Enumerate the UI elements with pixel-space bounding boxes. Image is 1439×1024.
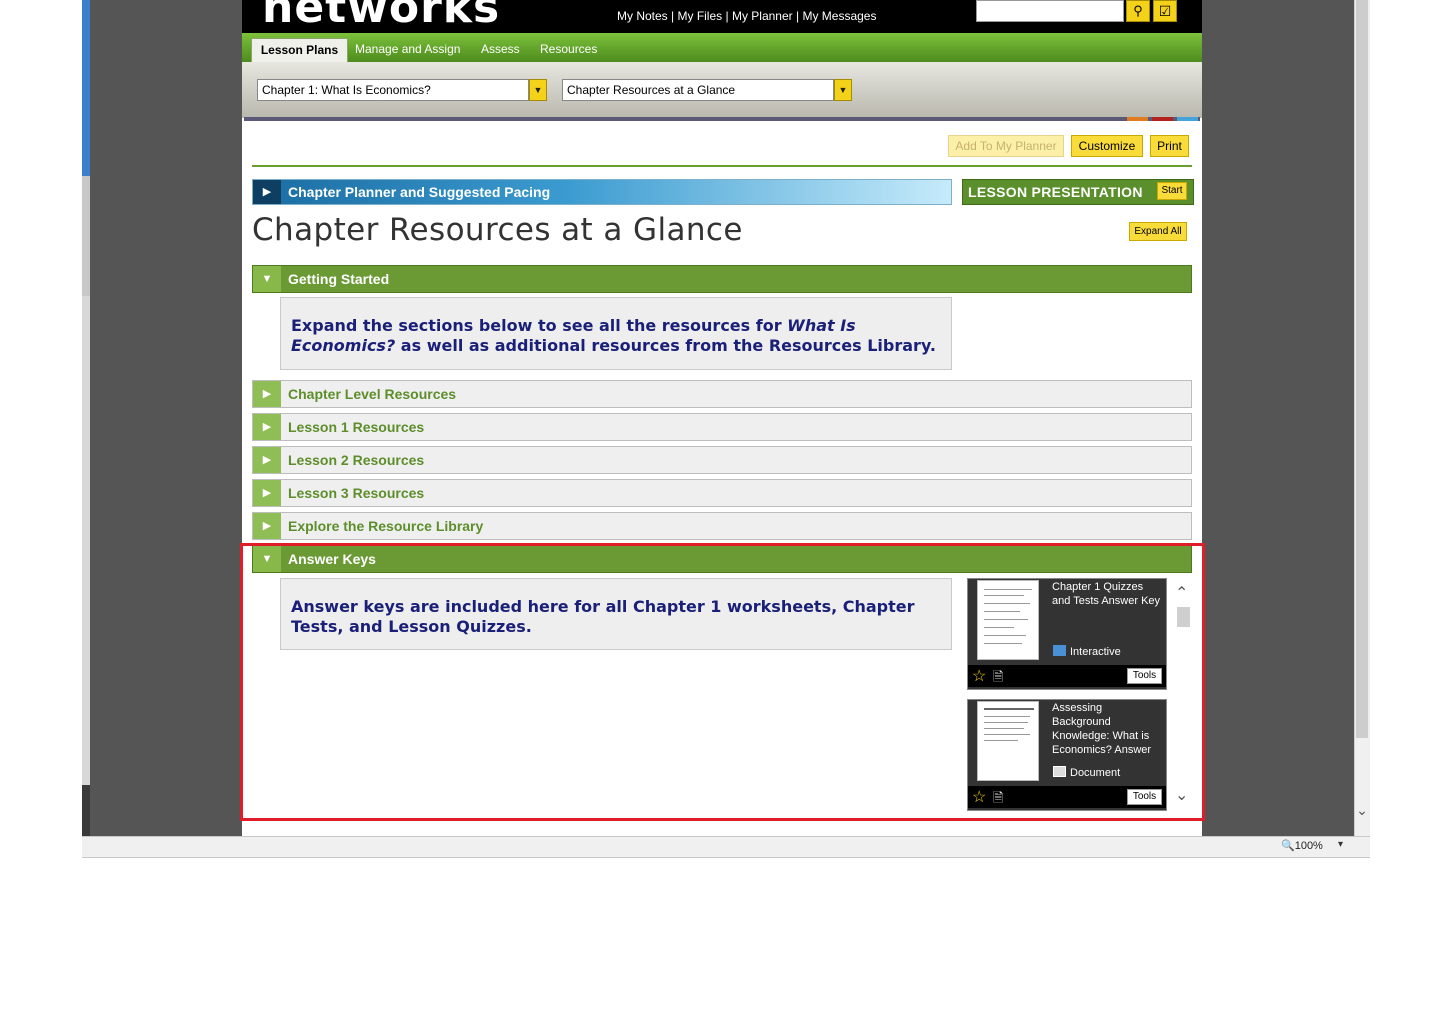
view-select[interactable]: Chapter Resources at a Glance	[562, 79, 834, 101]
customize-button[interactable]: Customize	[1071, 135, 1143, 157]
my-notes-link[interactable]: My Notes	[617, 9, 668, 23]
start-button[interactable]: Start	[1157, 182, 1187, 200]
my-planner-link[interactable]: My Planner	[732, 9, 793, 23]
expand-arrow-icon[interactable]: ▶	[253, 480, 281, 506]
section-label[interactable]: Explore the Resource Library	[288, 518, 483, 534]
color-strip	[244, 117, 1200, 121]
divider	[252, 165, 1192, 167]
zoom-level[interactable]: 🔍100%	[1281, 839, 1323, 852]
section-label[interactable]: Chapter Level Resources	[288, 386, 456, 402]
networks-logo[interactable]: networks	[262, 0, 500, 33]
chevron-down-icon[interactable]: ▼	[529, 79, 547, 101]
add-to-planner-button[interactable]: Add To My Planner	[948, 135, 1064, 157]
my-files-link[interactable]: My Files	[677, 9, 722, 23]
expand-arrow-icon[interactable]: ▶	[253, 513, 281, 539]
expand-arrow-icon[interactable]: ▶	[253, 180, 281, 204]
chapter-select[interactable]: Chapter 1: What Is Economics?	[257, 79, 529, 101]
expand-all-button[interactable]: Expand All	[1129, 222, 1187, 241]
search-input[interactable]	[976, 0, 1124, 22]
tab-lesson-plans[interactable]: Lesson Plans	[251, 38, 348, 62]
color-strip-segment	[1152, 117, 1173, 121]
chevron-down-icon[interactable]: ▼	[834, 79, 852, 101]
tab-assess[interactable]: Assess	[481, 38, 520, 62]
zoom-dropdown-icon[interactable]: ▾	[1338, 839, 1343, 850]
search-icon[interactable]: ⚲	[1126, 0, 1150, 22]
print-button[interactable]: Print	[1150, 135, 1189, 157]
color-strip-segment	[1177, 117, 1198, 121]
my-messages-link[interactable]: My Messages	[802, 9, 876, 23]
page-title: Chapter Resources at a Glance	[252, 212, 743, 248]
tab-resources[interactable]: Resources	[540, 38, 597, 62]
checkmark-icon[interactable]: ☑	[1153, 0, 1177, 22]
browser-side-strip	[82, 0, 90, 176]
status-bar	[82, 836, 1370, 858]
expand-arrow-icon[interactable]: ▶	[253, 381, 281, 407]
section-label[interactable]: Lesson 1 Resources	[288, 419, 424, 435]
section-label[interactable]: Lesson 2 Resources	[288, 452, 424, 468]
lesson-presentation-label: LESSON PRESENTATION	[968, 184, 1143, 200]
browser-side-strip	[82, 176, 90, 296]
chapter-planner-label[interactable]: Chapter Planner and Suggested Pacing	[288, 184, 550, 200]
scrollbar-thumb[interactable]	[1356, 0, 1368, 738]
color-strip-segment	[1127, 117, 1148, 121]
expand-arrow-icon[interactable]: ▶	[253, 414, 281, 440]
section-getting-started[interactable]	[252, 265, 1192, 293]
browser-side-strip	[82, 785, 90, 836]
getting-started-note: Expand the sections below to see all the…	[280, 297, 952, 370]
section-label[interactable]: Lesson 3 Resources	[288, 485, 424, 501]
section-label[interactable]: Getting Started	[288, 271, 389, 287]
tab-manage-and-assign[interactable]: Manage and Assign	[355, 38, 460, 62]
scroll-down-icon[interactable]: ⌄	[1354, 803, 1370, 823]
collapse-arrow-icon[interactable]: ▼	[253, 266, 281, 292]
highlight-box	[240, 543, 1205, 821]
top-links: My Notes | My Files | My Planner | My Me…	[617, 9, 877, 23]
expand-arrow-icon[interactable]: ▶	[253, 447, 281, 473]
